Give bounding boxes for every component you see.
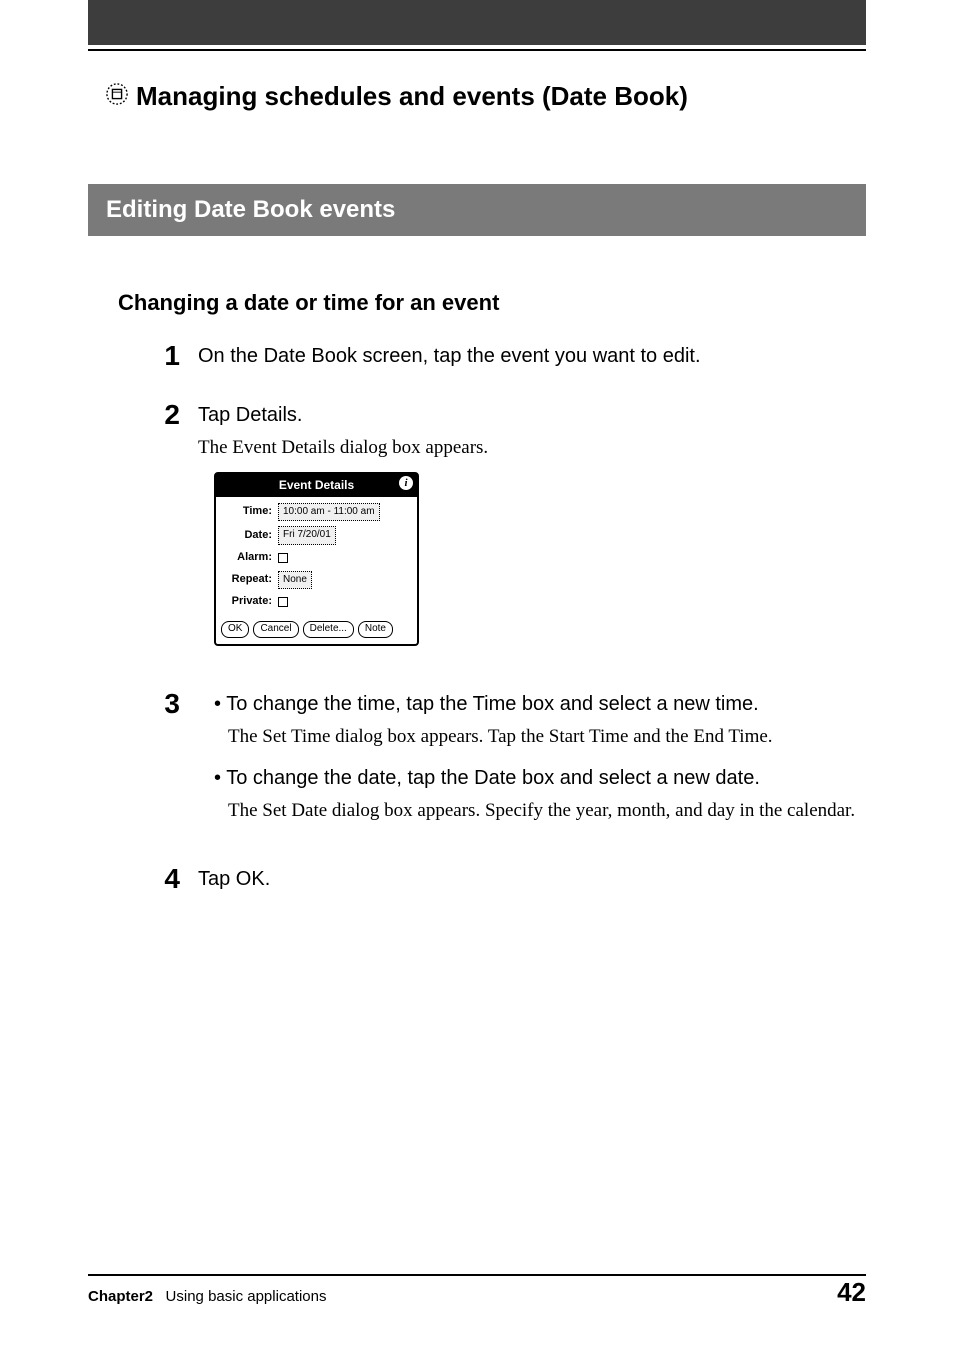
dialog-body: Time: 10:00 am - 11:00 am Date: Fri 7/20… — [216, 497, 417, 617]
page-number: 42 — [837, 1277, 866, 1308]
cancel-button[interactable]: Cancel — [253, 621, 298, 638]
step-4: 4 Tap OK. — [156, 865, 866, 898]
time-label: Time: — [222, 504, 272, 520]
step-text: On the Date Book screen, tap the event y… — [198, 342, 866, 371]
sub-heading: Changing a date or time for an event — [118, 290, 866, 316]
time-value[interactable]: 10:00 am - 11:00 am — [278, 503, 380, 522]
bullet-date-note: The Set Date dialog box appears. Specify… — [198, 797, 866, 825]
note-button[interactable]: Note — [358, 621, 393, 638]
date-label: Date: — [222, 528, 272, 544]
step-number: 1 — [156, 342, 180, 375]
datebook-icon — [106, 83, 128, 110]
alarm-label: Alarm: — [222, 550, 272, 566]
delete-button[interactable]: Delete... — [303, 621, 354, 638]
step-note: The Event Details dialog box appears. — [198, 434, 866, 462]
step-text: Tap OK. — [198, 865, 866, 894]
footer-left: Chapter2 Using basic applications — [88, 1288, 326, 1305]
alarm-checkbox[interactable] — [278, 553, 288, 563]
dialog-title-bar: Event Details i — [216, 474, 417, 497]
header-bar — [88, 0, 866, 45]
step-1: 1 On the Date Book screen, tap the event… — [156, 342, 866, 375]
step-text: Tap Details. — [198, 401, 866, 430]
header-rule — [88, 49, 866, 51]
date-value[interactable]: Fri 7/20/01 — [278, 526, 336, 545]
step-2: 2 Tap Details. The Event Details dialog … — [156, 401, 866, 664]
chapter-title: Using basic applications — [166, 1288, 327, 1305]
dialog-button-row: OK Cancel Delete... Note — [216, 617, 417, 644]
step-number: 3 — [156, 690, 180, 839]
step-3: 3 • To change the time, tap the Time box… — [156, 690, 866, 839]
repeat-label: Repeat: — [222, 572, 272, 588]
private-label: Private: — [222, 594, 272, 610]
event-details-dialog: Event Details i Time: 10:00 am - 11:00 a… — [214, 472, 419, 646]
bullet-time-note: The Set Time dialog box appears. Tap the… — [198, 723, 866, 751]
private-checkbox[interactable] — [278, 597, 288, 607]
dialog-title: Event Details — [279, 478, 354, 492]
steps-list: 1 On the Date Book screen, tap the event… — [156, 342, 866, 898]
repeat-value[interactable]: None — [278, 571, 312, 590]
page-title: Managing schedules and events (Date Book… — [136, 81, 688, 112]
ok-button[interactable]: OK — [221, 621, 249, 638]
info-icon[interactable]: i — [399, 476, 413, 490]
step-number: 2 — [156, 401, 180, 664]
page-title-row: Managing schedules and events (Date Book… — [106, 81, 866, 112]
step-number: 4 — [156, 865, 180, 898]
footer: Chapter2 Using basic applications 42 — [88, 1277, 866, 1308]
bullet-time: • To change the time, tap the Time box a… — [198, 690, 866, 719]
chapter-label: Chapter2 — [88, 1288, 153, 1305]
footer-rule — [88, 1274, 866, 1276]
bullet-date: • To change the date, tap the Date box a… — [198, 764, 866, 793]
section-heading: Editing Date Book events — [88, 184, 866, 236]
